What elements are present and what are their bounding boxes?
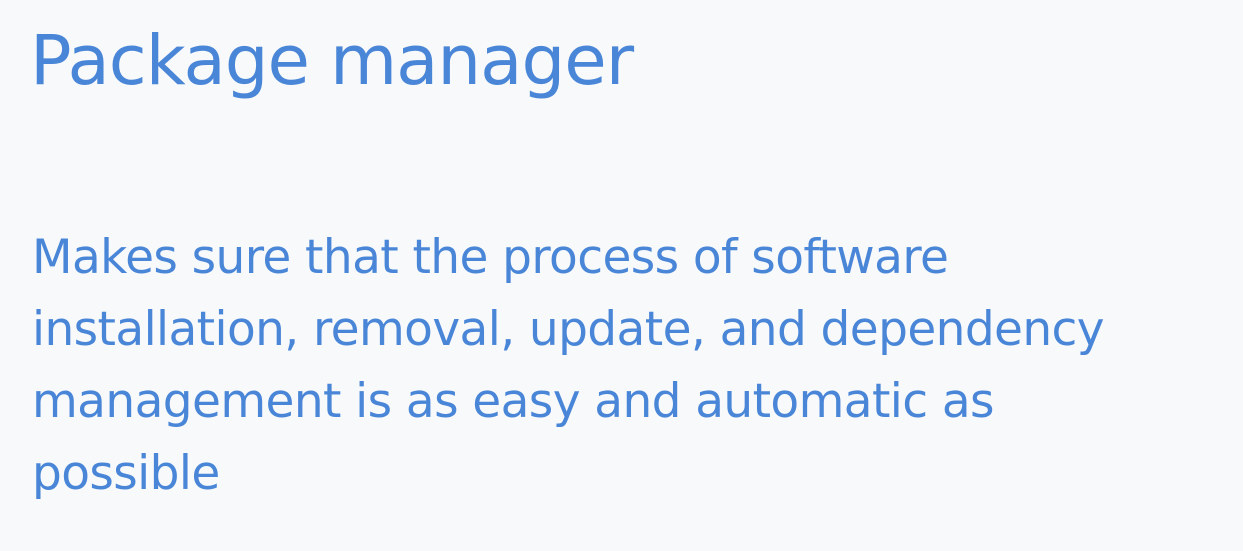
body-line: possible bbox=[32, 446, 220, 501]
body-line: Makes sure that the process of software bbox=[32, 230, 949, 285]
slide: Package manager Makes sure that the proc… bbox=[0, 0, 1243, 551]
slide-body: Makes sure that the process of software … bbox=[32, 222, 1222, 510]
body-line: management is as easy and automatic as bbox=[32, 374, 995, 429]
slide-title: Package manager bbox=[30, 21, 634, 101]
body-line: installation, removal, update, and depen… bbox=[32, 302, 1105, 357]
